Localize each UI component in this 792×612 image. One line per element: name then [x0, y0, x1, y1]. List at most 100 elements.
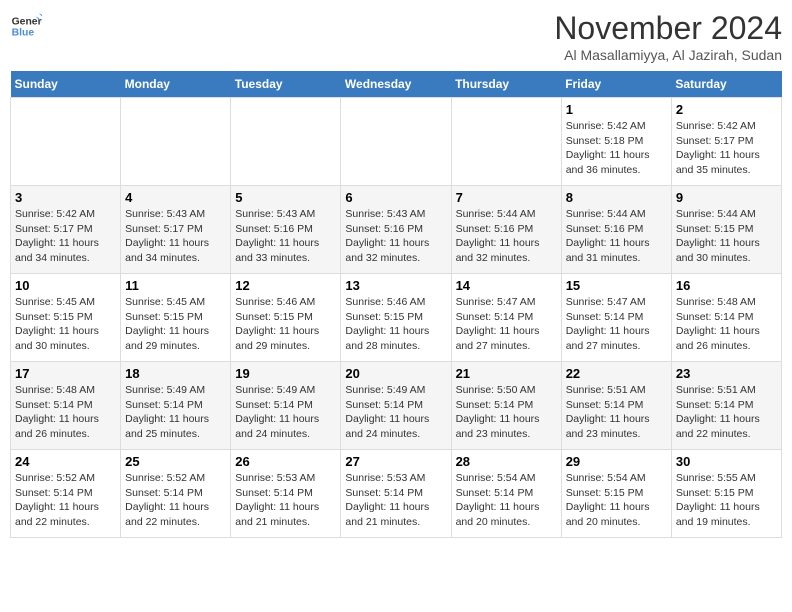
day-number: 16 — [676, 278, 777, 293]
calendar-week-row: 3Sunrise: 5:42 AM Sunset: 5:17 PM Daylig… — [11, 186, 782, 274]
calendar-cell — [11, 98, 121, 186]
calendar-cell: 9 Sunrise: 5:44 AM Sunset: 5:15 PM Daylig… — [671, 186, 781, 274]
calendar-cell: 15Sunrise: 5:47 AM Sunset: 5:14 PM Dayli… — [561, 274, 671, 362]
day-info: Sunrise: 5:52 AM Sunset: 5:14 PM Dayligh… — [15, 471, 116, 530]
calendar-week-row: 10 Sunrise: 5:45 AM Sunset: 5:15 PM Dayli… — [11, 274, 782, 362]
day-number: 12 — [235, 278, 336, 293]
calendar-cell: 17 Sunrise: 5:48 AM Sunset: 5:14 PM Dayli… — [11, 362, 121, 450]
day-info: Sunrise: 5:45 AM Sunset: 5:15 PM Dayligh… — [15, 295, 116, 354]
day-info: Sunrise: 5:44 AM Sunset: 5:16 PM Dayligh… — [456, 207, 557, 266]
day-info: Sunrise: 5:49 AM Sunset: 5:14 PM Dayligh… — [345, 383, 446, 442]
calendar-cell: 23Sunrise: 5:51 AM Sunset: 5:14 PM Dayli… — [671, 362, 781, 450]
calendar-cell: 18 Sunrise: 5:49 AM Sunset: 5:14 PM Dayli… — [121, 362, 231, 450]
calendar-body: 1 Sunrise: 5:42 AM Sunset: 5:18 PM Daylig… — [11, 98, 782, 538]
day-info: Sunrise: 5:52 AM Sunset: 5:14 PM Dayligh… — [125, 471, 226, 530]
day-number: 13 — [345, 278, 446, 293]
calendar-cell: 12Sunrise: 5:46 AM Sunset: 5:15 PM Dayli… — [231, 274, 341, 362]
calendar-cell — [451, 98, 561, 186]
day-number: 20 — [345, 366, 446, 381]
day-info: Sunrise: 5:46 AM Sunset: 5:15 PM Dayligh… — [345, 295, 446, 354]
calendar-cell: 21 Sunrise: 5:50 AM Sunset: 5:14 PM Dayli… — [451, 362, 561, 450]
calendar-cell: 14Sunrise: 5:47 AM Sunset: 5:14 PM Dayli… — [451, 274, 561, 362]
day-of-week-header: Friday — [561, 71, 671, 98]
calendar-cell: 11 Sunrise: 5:45 AM Sunset: 5:15 PM Dayli… — [121, 274, 231, 362]
day-number: 22 — [566, 366, 667, 381]
day-info: Sunrise: 5:55 AM Sunset: 5:15 PM Dayligh… — [676, 471, 777, 530]
calendar-cell: 4 Sunrise: 5:43 AM Sunset: 5:17 PM Daylig… — [121, 186, 231, 274]
calendar-cell: 13 Sunrise: 5:46 AM Sunset: 5:15 PM Dayli… — [341, 274, 451, 362]
day-number: 28 — [456, 454, 557, 469]
day-info: Sunrise: 5:53 AM Sunset: 5:14 PM Dayligh… — [345, 471, 446, 530]
day-number: 4 — [125, 190, 226, 205]
month-title: November 2024 — [554, 10, 782, 47]
calendar-cell — [341, 98, 451, 186]
calendar-cell: 25Sunrise: 5:52 AM Sunset: 5:14 PM Dayli… — [121, 450, 231, 538]
location-subtitle: Al Masallamiyya, Al Jazirah, Sudan — [554, 47, 782, 63]
calendar-cell: 22 Sunrise: 5:51 AM Sunset: 5:14 PM Dayli… — [561, 362, 671, 450]
calendar-cell — [231, 98, 341, 186]
day-number: 19 — [235, 366, 336, 381]
day-number: 26 — [235, 454, 336, 469]
svg-text:Blue: Blue — [12, 28, 35, 39]
day-number: 6 — [345, 190, 446, 205]
calendar-cell: 2 Sunrise: 5:42 AM Sunset: 5:17 PM Daylig… — [671, 98, 781, 186]
day-of-week-header: Thursday — [451, 71, 561, 98]
day-info: Sunrise: 5:42 AM Sunset: 5:17 PM Dayligh… — [676, 119, 777, 178]
calendar-cell: 6 Sunrise: 5:43 AM Sunset: 5:16 PM Daylig… — [341, 186, 451, 274]
day-info: Sunrise: 5:54 AM Sunset: 5:14 PM Dayligh… — [456, 471, 557, 530]
day-info: Sunrise: 5:44 AM Sunset: 5:15 PM Dayligh… — [676, 207, 777, 266]
calendar-cell — [121, 98, 231, 186]
day-info: Sunrise: 5:49 AM Sunset: 5:14 PM Dayligh… — [125, 383, 226, 442]
calendar-cell: 5Sunrise: 5:43 AM Sunset: 5:16 PM Daylig… — [231, 186, 341, 274]
day-of-week-header: Wednesday — [341, 71, 451, 98]
day-info: Sunrise: 5:43 AM Sunset: 5:16 PM Dayligh… — [235, 207, 336, 266]
day-info: Sunrise: 5:49 AM Sunset: 5:14 PM Dayligh… — [235, 383, 336, 442]
page-header: General Blue November 2024 Al Masallamiy… — [10, 10, 782, 63]
day-number: 9 — [676, 190, 777, 205]
day-number: 30 — [676, 454, 777, 469]
day-of-week-header: Tuesday — [231, 71, 341, 98]
calendar-cell: 24 Sunrise: 5:52 AM Sunset: 5:14 PM Dayli… — [11, 450, 121, 538]
day-number: 15 — [566, 278, 667, 293]
day-number: 18 — [125, 366, 226, 381]
day-info: Sunrise: 5:44 AM Sunset: 5:16 PM Dayligh… — [566, 207, 667, 266]
day-number: 2 — [676, 102, 777, 117]
day-number: 21 — [456, 366, 557, 381]
calendar-cell: 7 Sunrise: 5:44 AM Sunset: 5:16 PM Daylig… — [451, 186, 561, 274]
day-info: Sunrise: 5:43 AM Sunset: 5:17 PM Dayligh… — [125, 207, 226, 266]
day-number: 7 — [456, 190, 557, 205]
calendar-cell: 3Sunrise: 5:42 AM Sunset: 5:17 PM Daylig… — [11, 186, 121, 274]
day-number: 24 — [15, 454, 116, 469]
day-info: Sunrise: 5:53 AM Sunset: 5:14 PM Dayligh… — [235, 471, 336, 530]
logo-icon: General Blue — [10, 10, 42, 42]
day-number: 11 — [125, 278, 226, 293]
calendar-cell: 27 Sunrise: 5:53 AM Sunset: 5:14 PM Dayli… — [341, 450, 451, 538]
calendar-table: SundayMondayTuesdayWednesdayThursdayFrid… — [10, 71, 782, 538]
title-area: November 2024 Al Masallamiyya, Al Jazira… — [554, 10, 782, 63]
calendar-cell: 26 Sunrise: 5:53 AM Sunset: 5:14 PM Dayli… — [231, 450, 341, 538]
day-info: Sunrise: 5:48 AM Sunset: 5:14 PM Dayligh… — [676, 295, 777, 354]
day-number: 23 — [676, 366, 777, 381]
calendar-cell: 30 Sunrise: 5:55 AM Sunset: 5:15 PM Dayli… — [671, 450, 781, 538]
day-info: Sunrise: 5:42 AM Sunset: 5:18 PM Dayligh… — [566, 119, 667, 178]
calendar-week-row: 1 Sunrise: 5:42 AM Sunset: 5:18 PM Daylig… — [11, 98, 782, 186]
day-of-week-header: Saturday — [671, 71, 781, 98]
day-info: Sunrise: 5:43 AM Sunset: 5:16 PM Dayligh… — [345, 207, 446, 266]
calendar-cell: 1 Sunrise: 5:42 AM Sunset: 5:18 PM Daylig… — [561, 98, 671, 186]
day-number: 17 — [15, 366, 116, 381]
day-info: Sunrise: 5:51 AM Sunset: 5:14 PM Dayligh… — [566, 383, 667, 442]
day-number: 1 — [566, 102, 667, 117]
day-of-week-header: Monday — [121, 71, 231, 98]
day-info: Sunrise: 5:45 AM Sunset: 5:15 PM Dayligh… — [125, 295, 226, 354]
calendar-header: SundayMondayTuesdayWednesdayThursdayFrid… — [11, 71, 782, 98]
calendar-cell: 10 Sunrise: 5:45 AM Sunset: 5:15 PM Dayli… — [11, 274, 121, 362]
day-number: 27 — [345, 454, 446, 469]
day-info: Sunrise: 5:50 AM Sunset: 5:14 PM Dayligh… — [456, 383, 557, 442]
calendar-cell: 19 Sunrise: 5:49 AM Sunset: 5:14 PM Dayli… — [231, 362, 341, 450]
day-number: 29 — [566, 454, 667, 469]
day-info: Sunrise: 5:48 AM Sunset: 5:14 PM Dayligh… — [15, 383, 116, 442]
day-number: 10 — [15, 278, 116, 293]
calendar-cell: 16 Sunrise: 5:48 AM Sunset: 5:14 PM Dayli… — [671, 274, 781, 362]
day-number: 8 — [566, 190, 667, 205]
calendar-cell: 28 Sunrise: 5:54 AM Sunset: 5:14 PM Dayli… — [451, 450, 561, 538]
